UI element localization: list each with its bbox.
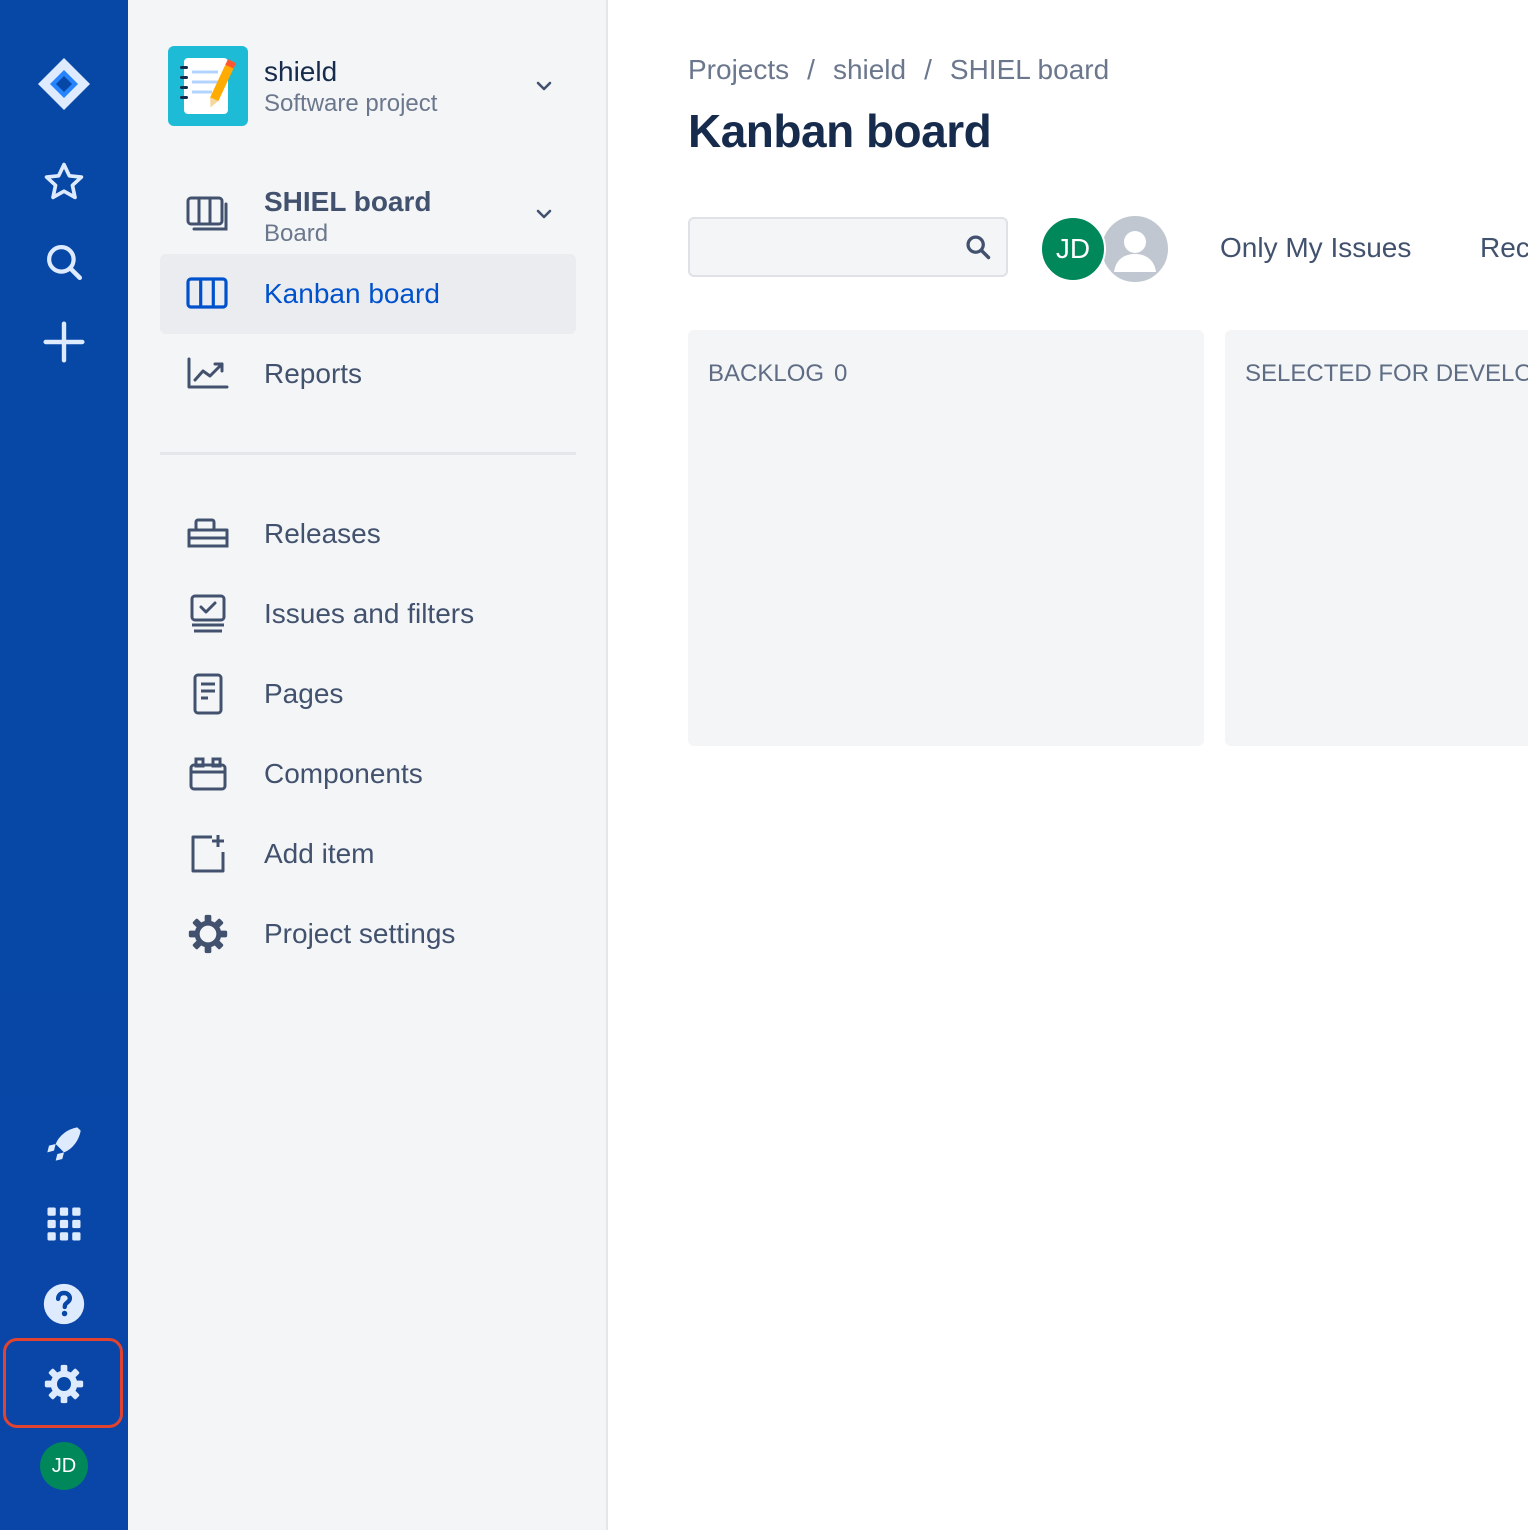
- column-name: SELECTED FOR DEVELOP: [1245, 360, 1528, 387]
- sidebar-item-add-item[interactable]: Add item: [160, 814, 576, 894]
- sidebar-item-label: Kanban board: [264, 278, 440, 309]
- board-column-backlog: BACKLOG 0: [688, 330, 1204, 746]
- ship-icon: [184, 514, 232, 554]
- project-header[interactable]: shield Software project: [168, 46, 588, 126]
- person-icon: [1114, 231, 1156, 272]
- help-icon[interactable]: [24, 1264, 104, 1344]
- board-subtitle: Board: [264, 220, 329, 247]
- breadcrumb-board[interactable]: SHIEL board: [950, 54, 1109, 85]
- reports-chart-icon: [184, 354, 232, 394]
- breadcrumb-project[interactable]: shield: [833, 54, 906, 85]
- sidebar-item-label: Reports: [264, 358, 363, 389]
- search-icon[interactable]: [964, 233, 992, 261]
- search-icon[interactable]: [24, 222, 104, 302]
- rocket-icon[interactable]: [24, 1104, 104, 1184]
- sidebar-item-components[interactable]: Components: [160, 734, 576, 814]
- sidebar-item-reports[interactable]: Reports: [160, 334, 576, 414]
- plus-icon[interactable]: [24, 302, 104, 382]
- add-item-icon: [184, 834, 232, 874]
- sidebar-item-project-settings[interactable]: Project settings: [160, 894, 576, 974]
- sidebar-item-pages[interactable]: Pages: [160, 654, 576, 734]
- page-title: Kanban board: [688, 105, 992, 157]
- breadcrumb-separator: /: [924, 54, 932, 85]
- unassigned-avatar[interactable]: [1100, 214, 1170, 284]
- column-count: 0: [834, 360, 848, 387]
- sidebar-item-issues-and-filters[interactable]: Issues and filters: [160, 574, 576, 654]
- assignee-avatar-jd[interactable]: JD: [1040, 216, 1106, 282]
- sidebar-divider: [160, 452, 576, 455]
- sidebar-item-label: Issues and filters: [264, 598, 475, 629]
- board-search: [688, 217, 1008, 277]
- project-type: Software project: [264, 90, 438, 117]
- star-icon[interactable]: [24, 142, 104, 222]
- column-header: SELECTED FOR DEVELOP: [1245, 360, 1528, 388]
- sidebar-item-label: Add item: [264, 838, 375, 869]
- jira-logo-icon[interactable]: [24, 44, 104, 124]
- sidebar-item-kanban-board[interactable]: Kanban board: [160, 254, 576, 334]
- sidebar-item-label: Components: [264, 758, 423, 789]
- component-icon: [184, 754, 232, 794]
- board-icon: [184, 194, 232, 234]
- sidebar-item-label: Project settings: [264, 918, 456, 949]
- page-icon: [184, 673, 232, 715]
- breadcrumb: Projects / shield / SHIEL board: [688, 54, 1109, 86]
- settings-gear-icon: [184, 914, 232, 954]
- search-input[interactable]: [702, 227, 956, 267]
- board-columns-icon: [184, 274, 232, 314]
- project-avatar: [168, 46, 248, 126]
- project-name: shield: [264, 56, 338, 87]
- recently-updated-filter[interactable]: Rec: [1480, 232, 1528, 264]
- chevron-down-icon[interactable]: [532, 74, 556, 98]
- global-navigation: JD: [0, 0, 128, 1530]
- sidebar-item-label: Releases: [264, 518, 381, 549]
- breadcrumb-projects[interactable]: Projects: [688, 54, 789, 85]
- board-name: SHIEL board: [264, 186, 432, 217]
- app-switcher-icon[interactable]: [24, 1184, 104, 1264]
- settings-highlight-box: [3, 1338, 123, 1428]
- main-content: Projects / shield / SHIEL board Kanban board…: [608, 0, 1528, 1530]
- only-my-issues-filter[interactable]: Only My Issues: [1220, 232, 1411, 264]
- issues-icon: [184, 594, 232, 634]
- column-header: BACKLOG 0: [708, 360, 847, 388]
- column-name: BACKLOG: [708, 360, 825, 387]
- sidebar-item-releases[interactable]: Releases: [160, 494, 576, 574]
- sidebar-item-label: Pages: [264, 678, 344, 709]
- board-column-selected-for-development: SELECTED FOR DEVELOP: [1225, 330, 1528, 746]
- user-avatar[interactable]: JD: [40, 1442, 88, 1490]
- board-switcher[interactable]: SHIEL board Board: [160, 174, 576, 254]
- breadcrumb-separator: /: [807, 54, 815, 85]
- chevron-down-icon[interactable]: [532, 202, 556, 226]
- project-sidebar: shield Software project SHIEL board Boar…: [128, 0, 608, 1530]
